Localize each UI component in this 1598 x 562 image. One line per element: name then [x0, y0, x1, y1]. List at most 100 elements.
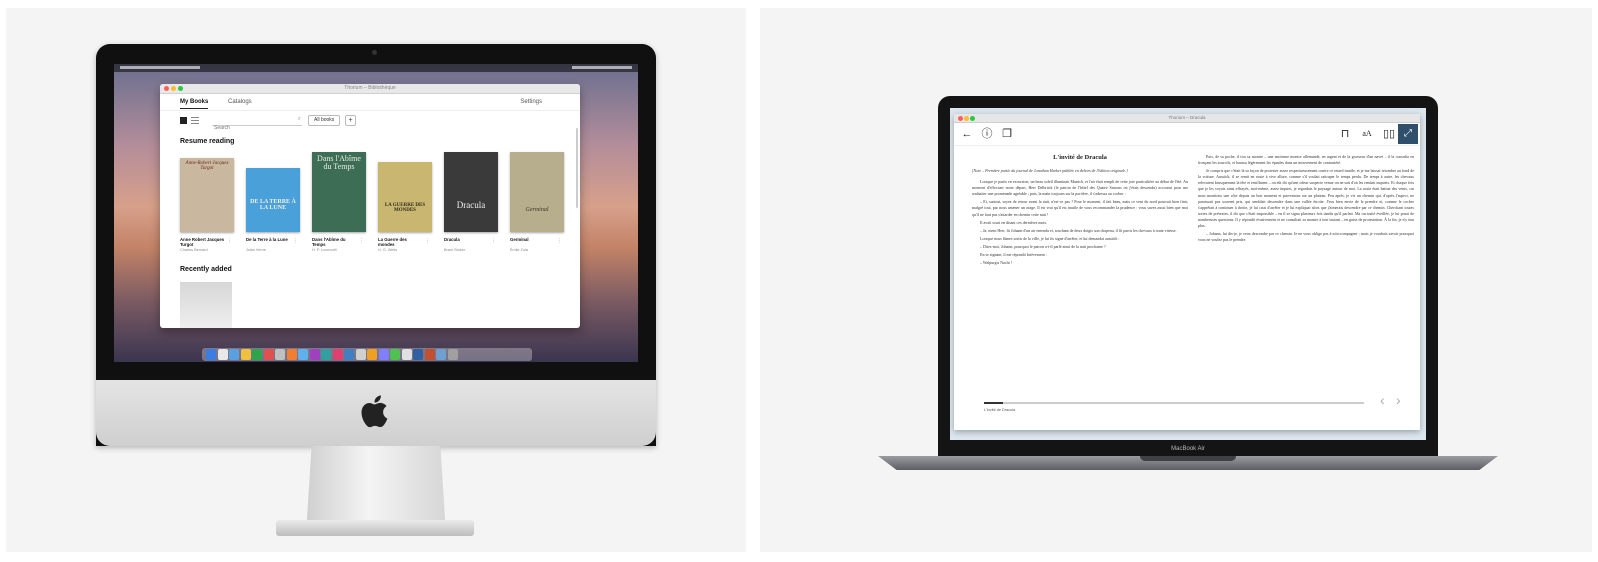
progress-fill [984, 402, 1003, 404]
book-title: Dans l'Abîme du Temps [312, 237, 346, 247]
toc-icon[interactable]: ❐ [1000, 127, 1014, 141]
book-cover[interactable]: Anne-Robert Jacques Turgot [180, 158, 234, 232]
reading-progress-bar[interactable] [984, 402, 1364, 404]
paragraph: Je compris que c'était là sa façon de pr… [1198, 168, 1414, 229]
book-cover[interactable]: Germinal [510, 152, 564, 232]
book-author: H. G. Wells [378, 248, 398, 252]
book-cover[interactable]: Dracula [444, 152, 498, 232]
reader-window-title: Thorium – Dracula [1168, 115, 1206, 120]
book-author: H. P. Lovecraft [312, 248, 337, 252]
dock-app-icon[interactable] [413, 349, 423, 360]
scrollbar[interactable] [576, 128, 578, 208]
cover-text: Dans l'Abîme du Temps [317, 154, 361, 172]
reader-toolbar: ← ⓘ ❐ ⊓ aA ▯▯ ⤢ [954, 123, 1420, 146]
dock-app-icon[interactable] [390, 349, 400, 360]
book-title: Dracula [444, 237, 460, 242]
all-books-button[interactable]: All books [308, 115, 341, 126]
dock-app-icon[interactable] [229, 349, 239, 360]
library-window: Thorium – Bibliothèque My Books Catalogs… [160, 84, 580, 328]
dock-app-icon[interactable] [298, 349, 308, 360]
macbook-lid: Thorium – Dracula ← ⓘ ❐ ⊓ aA ▯▯ ⤢ L'invi… [938, 96, 1438, 456]
menu-bar [114, 64, 638, 72]
dock-app-icon[interactable] [240, 349, 251, 360]
previous-page-icon[interactable]: ‹ [1380, 393, 1385, 407]
left-page-text: Lorsque je partis en excursion, un beau … [972, 179, 1188, 266]
imac-chin [96, 380, 656, 446]
reader-titlebar: Thorium – Dracula [954, 114, 1420, 123]
macbook-screen: Thorium – Dracula ← ⓘ ❐ ⊓ aA ▯▯ ⤢ L'invi… [950, 108, 1426, 440]
main-nav: My Books Catalogs Settings [160, 96, 580, 111]
book-title: La Guerre des mondes [378, 237, 407, 247]
dock-app-icon[interactable] [275, 349, 285, 360]
more-icon[interactable]: ⋮ [557, 238, 562, 244]
reader-window: Thorium – Dracula ← ⓘ ❐ ⊓ aA ▯▯ ⤢ L'invi… [954, 114, 1420, 430]
current-chapter-label: L'invité de Dracula [984, 408, 1016, 412]
recently-added-heading: Recently added [180, 266, 232, 273]
book-author: Émile Zola [510, 248, 528, 252]
book-author: Bram Stoker [444, 248, 466, 252]
grid-view-icon[interactable] [180, 117, 187, 124]
dock-app-icon[interactable] [217, 349, 228, 360]
book-author: Jules Verne [246, 248, 266, 252]
page-right: Puis, de sa poche, il tira sa montre – u… [1198, 154, 1414, 388]
dock-app-icon[interactable] [263, 349, 274, 360]
book-cover[interactable]: DE LA TERRE À LA LUNE [246, 168, 300, 232]
tab-catalogs[interactable]: Catalogs [228, 99, 252, 105]
dock-app-icon[interactable] [367, 349, 377, 360]
book-cover[interactable]: LA GUERRE DES MONDES [378, 162, 432, 232]
list-view-icon[interactable] [191, 117, 199, 124]
paragraph: – Johann, lui dis-je, je veux descendre … [1198, 231, 1414, 243]
paragraph: – Ja, mein Herr, fit Johann d'un air ent… [980, 227, 1177, 233]
camera [372, 50, 377, 55]
next-page-icon[interactable]: › [1396, 393, 1401, 407]
book-title: Germinal [510, 237, 529, 242]
search-input[interactable] [212, 125, 294, 131]
more-icon[interactable]: ⋮ [491, 238, 496, 244]
paragraph: – Dites-moi, Johann, pourquoi le patron … [980, 243, 1106, 249]
more-icon[interactable]: ⋮ [293, 238, 298, 244]
more-icon[interactable]: ⋮ [359, 238, 364, 244]
macbook-label: MacBook Air [1171, 446, 1205, 452]
window-titlebar: Thorium – Bibliothèque [160, 84, 580, 94]
imac-panel: Thorium – Bibliothèque My Books Catalogs… [6, 8, 746, 552]
dock-app-icon[interactable] [447, 349, 458, 360]
add-book-button[interactable]: + [345, 115, 356, 126]
cover-text: LA GUERRE DES MONDES [384, 203, 426, 214]
window-title: Thorium – Bibliothèque [344, 85, 396, 91]
back-arrow-icon[interactable]: ← [960, 127, 974, 141]
dock-app-icon[interactable] [286, 349, 297, 360]
book-view-icon[interactable]: ▯▯ [1382, 127, 1396, 141]
paragraph: En se signant, il me répondit brièvement… [980, 252, 1047, 258]
recent-book-cover[interactable] [180, 282, 232, 328]
dock-app-icon[interactable] [321, 349, 331, 360]
more-icon[interactable]: ⋮ [425, 238, 430, 244]
dock-app-icon[interactable] [332, 349, 343, 360]
dock-app-icon[interactable] [436, 349, 446, 360]
dock-app-icon[interactable] [344, 349, 354, 360]
dock-app-icon[interactable] [424, 349, 435, 360]
chapter-title: L'invité de Dracula [1053, 154, 1107, 161]
paragraph: – Et, surtout, soyez de retour avant la … [972, 199, 1188, 217]
paragraph: – Walpurgis Nacht ! [980, 260, 1013, 266]
dock-app-icon[interactable] [401, 349, 412, 360]
tab-my-books[interactable]: My Books [180, 99, 209, 109]
more-icon[interactable]: ⋮ [227, 238, 232, 244]
settings-link[interactable]: Settings [520, 99, 542, 105]
info-icon[interactable]: ⓘ [980, 127, 994, 141]
dock-app-icon[interactable] [355, 349, 366, 360]
search-icon[interactable]: ⌕ [298, 116, 301, 123]
fullscreen-icon[interactable]: ⤢ [1398, 124, 1418, 144]
book-title: De la Terre à la Lune [246, 237, 288, 242]
apple-logo-icon [361, 395, 388, 428]
page-left: L'invité de Dracula [Note – Première par… [972, 154, 1188, 388]
imac-screen: Thorium – Bibliothèque My Books Catalogs… [114, 64, 638, 362]
dock-app-icon[interactable] [309, 349, 320, 360]
dock-app-icon[interactable] [252, 349, 262, 360]
font-settings-icon[interactable]: aA [1360, 127, 1374, 141]
paragraph: Il avait souri en disant ces dernières m… [980, 219, 1048, 225]
dock-app-icon[interactable] [206, 349, 216, 360]
macbook-notch [1140, 456, 1236, 461]
bookmark-icon[interactable]: ⊓ [1338, 127, 1352, 141]
book-cover[interactable]: Dans l'Abîme du Temps [312, 152, 366, 232]
dock-app-icon[interactable] [378, 349, 389, 360]
